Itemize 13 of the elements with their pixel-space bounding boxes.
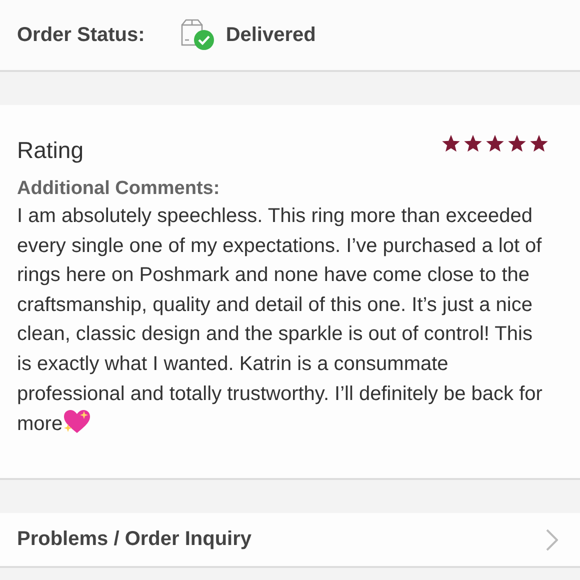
comment-text: I am absolutely speechless. This ring more than exceeded every single one of my expectations. I’ve purchased a lot of rings here on Poshmark and none have come close to the craftsmanship, quality and detail of this one. It’s just a nice clean, classic design and the sparkle is out of control! This is exactly what I wanted. Katrin is a consummate professional and totally trustworthy. I’ll definitely be back for more: [17, 204, 544, 438]
star-icon: [441, 134, 461, 153]
sparkling-heart-icon: [62, 409, 91, 436]
rating-title: Rating: [17, 137, 84, 164]
comments-label: Additional Comments:: [17, 178, 221, 200]
star-icon: [463, 134, 483, 153]
star-icon: [507, 134, 527, 153]
problems-inquiry-link[interactable]: Problems / Order Inquiry: [0, 513, 580, 566]
order-status-label: Order Status:: [17, 24, 145, 46]
order-status-value: Delivered: [226, 24, 316, 46]
star-icon: [529, 134, 549, 153]
star-icon: [485, 134, 505, 153]
chevron-right-icon: [546, 528, 558, 550]
